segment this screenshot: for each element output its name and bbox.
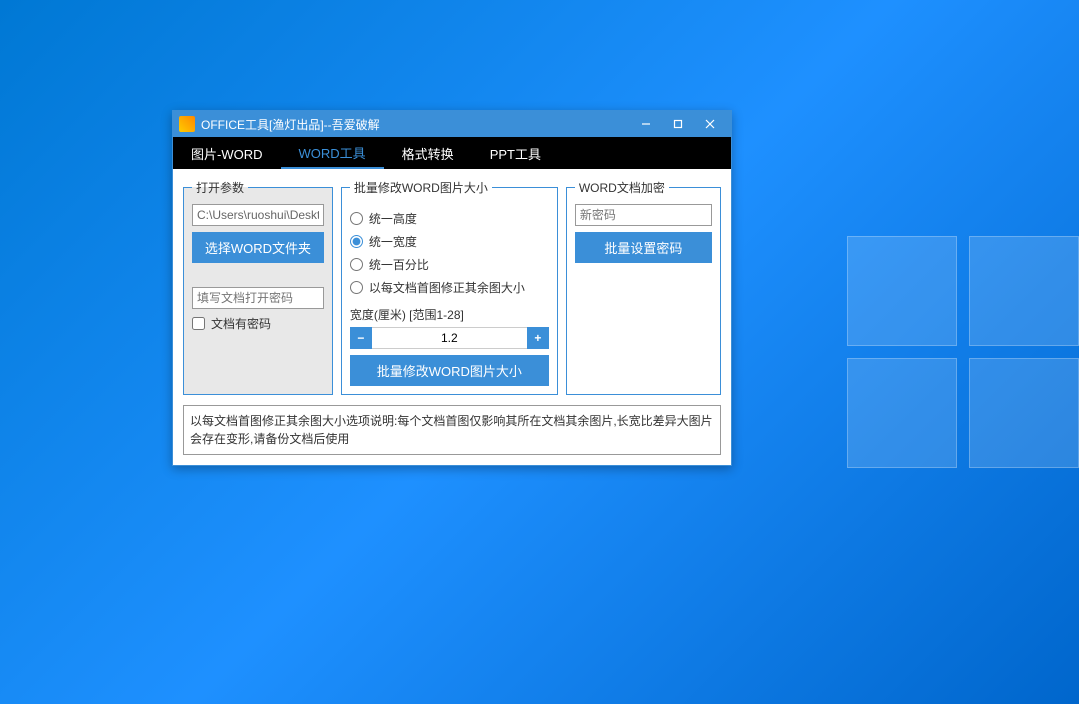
- tab-word-tools[interactable]: WORD工具: [281, 137, 384, 169]
- encrypt-legend: WORD文档加密: [575, 179, 669, 196]
- has-password-label[interactable]: 文档有密码: [211, 315, 271, 332]
- radio-unify-percent[interactable]: [350, 258, 363, 271]
- width-label: 宽度(厘米) [范围1-28]: [350, 306, 549, 323]
- image-size-legend: 批量修改WORD图片大小: [350, 179, 492, 196]
- tab-image-word[interactable]: 图片-WORD: [173, 137, 281, 169]
- radio-first-image-label[interactable]: 以每文档首图修正其余图大小: [369, 279, 525, 296]
- open-params-legend: 打开参数: [192, 179, 248, 196]
- stepper-minus-button[interactable]: −: [350, 327, 372, 349]
- open-params-group: 打开参数 选择WORD文件夹 文档有密码: [183, 179, 333, 395]
- has-password-checkbox[interactable]: [192, 317, 205, 330]
- radio-unify-height[interactable]: [350, 212, 363, 225]
- new-password-input[interactable]: [575, 204, 712, 226]
- tab-format-convert[interactable]: 格式转换: [384, 137, 472, 169]
- window-title: OFFICE工具[渔灯出品]--吾爱破解: [201, 116, 631, 133]
- folder-path-input[interactable]: [192, 204, 324, 226]
- app-window: OFFICE工具[渔灯出品]--吾爱破解 图片-WORD WORD工具 格式转换…: [172, 110, 732, 466]
- width-input[interactable]: [372, 327, 527, 349]
- desktop-windows-logo: [847, 236, 1079, 468]
- doc-password-input[interactable]: [192, 287, 324, 309]
- description-text: 以每文档首图修正其余图大小选项说明:每个文档首图仅影响其所在文档其余图片,长宽比…: [183, 405, 721, 455]
- close-button[interactable]: [695, 114, 725, 134]
- maximize-button[interactable]: [663, 114, 693, 134]
- select-folder-button[interactable]: 选择WORD文件夹: [192, 232, 324, 263]
- width-stepper: − +: [350, 327, 549, 349]
- tab-ppt-tools[interactable]: PPT工具: [472, 137, 559, 169]
- stepper-plus-button[interactable]: +: [527, 327, 549, 349]
- image-size-group: 批量修改WORD图片大小 统一高度 统一宽度 统一百分比 以每文档首图修正其余图…: [341, 179, 558, 395]
- app-icon: [179, 116, 195, 132]
- radio-unify-percent-label[interactable]: 统一百分比: [369, 256, 429, 273]
- radio-unify-width[interactable]: [350, 235, 363, 248]
- batch-set-password-button[interactable]: 批量设置密码: [575, 232, 712, 263]
- encrypt-group: WORD文档加密 批量设置密码: [566, 179, 721, 395]
- radio-first-image[interactable]: [350, 281, 363, 294]
- radio-unify-width-label[interactable]: 统一宽度: [369, 233, 417, 250]
- titlebar[interactable]: OFFICE工具[渔灯出品]--吾爱破解: [173, 111, 731, 137]
- tab-bar: 图片-WORD WORD工具 格式转换 PPT工具: [173, 137, 731, 169]
- radio-unify-height-label[interactable]: 统一高度: [369, 210, 417, 227]
- minimize-button[interactable]: [631, 114, 661, 134]
- batch-resize-button[interactable]: 批量修改WORD图片大小: [350, 355, 549, 386]
